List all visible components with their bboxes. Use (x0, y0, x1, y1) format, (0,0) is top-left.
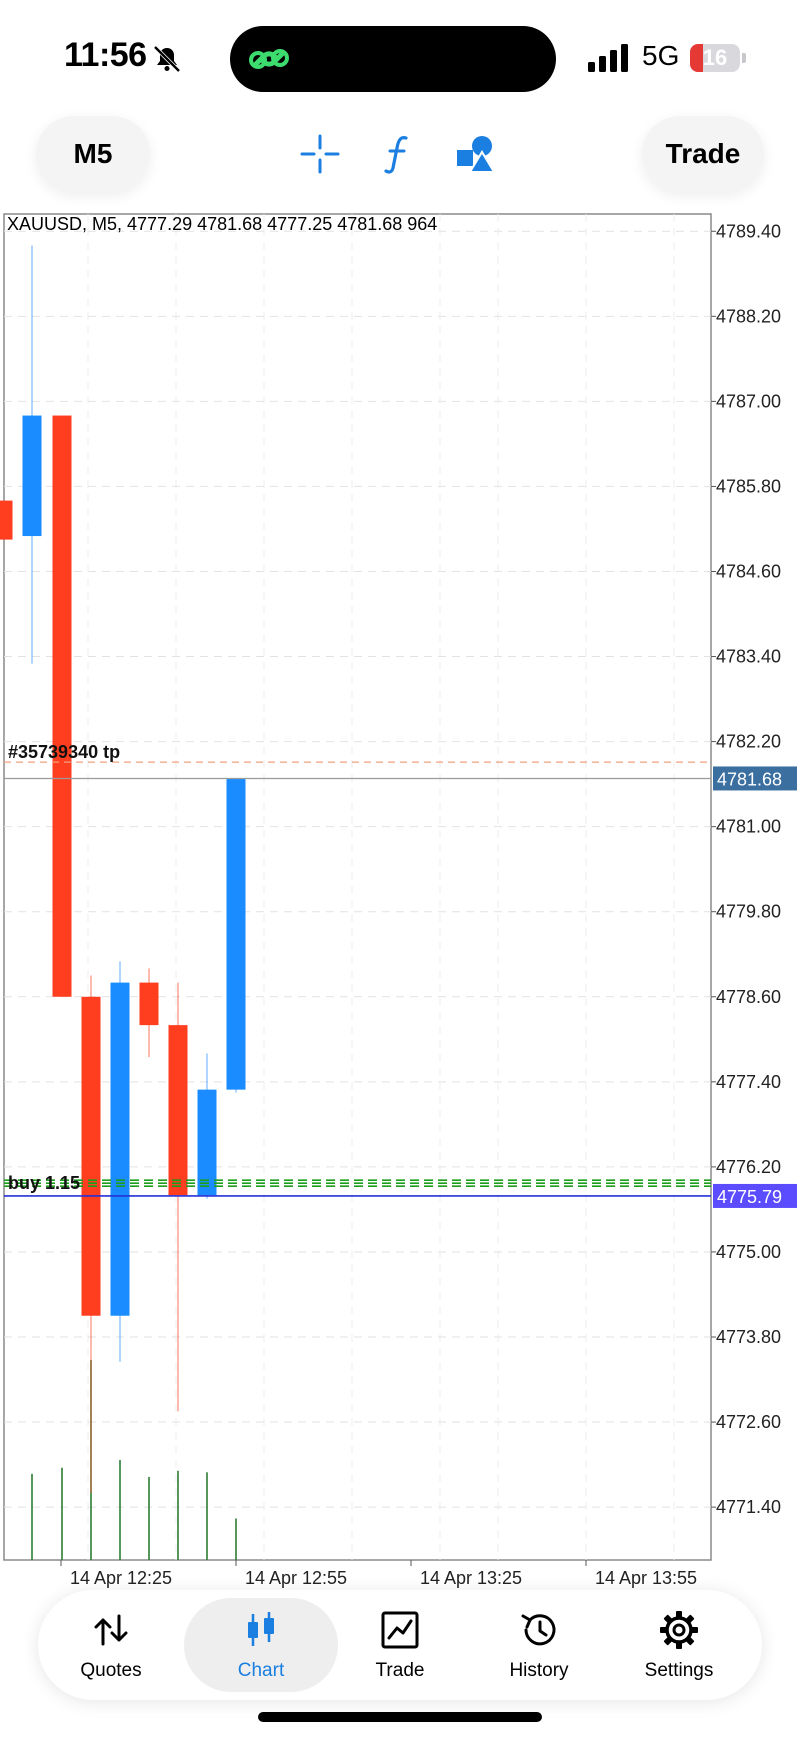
y-tick-label: 4788.20 (716, 306, 781, 326)
chart-frame (3, 213, 712, 1561)
bid-price-label: 4775.79 (717, 1187, 782, 1207)
nav-item-quotes[interactable]: Quotes (38, 1590, 184, 1700)
price-chart[interactable]: #35739340 tp 4781.68 buy 1.15 4775.79 4789.… (0, 210, 800, 1590)
nav-label-trade: Trade (375, 1660, 425, 1681)
y-tick-label: 4783.40 (716, 647, 781, 667)
y-tick-label: 4775.00 (716, 1242, 781, 1262)
nav-item-chart[interactable]: Chart (188, 1590, 334, 1700)
y-tick-label: 4778.60 (716, 987, 781, 1007)
candle-bull (22, 415, 42, 537)
y-tick-label: 4779.80 (716, 902, 781, 922)
nav-label-chart: Chart (237, 1660, 285, 1681)
y-tick-label: 4773.80 (716, 1327, 781, 1347)
candle-bear (81, 996, 101, 1316)
y-tick-label: 4781.00 (716, 817, 781, 837)
trade-icon (381, 1611, 419, 1649)
signal-icon (588, 44, 628, 72)
objects-icon[interactable] (454, 132, 498, 176)
candle-bear (139, 982, 159, 1026)
crosshair-icon[interactable] (298, 132, 342, 176)
chart-title: XAUUSD, M5, 4777.29 4781.68 4777.25 4781… (7, 214, 437, 234)
position-label: buy 1.15 (8, 1173, 80, 1193)
trade-button[interactable]: Trade (642, 116, 764, 192)
y-tick-label: 4772.60 (716, 1412, 781, 1432)
bottom-navigation: Quotes Chart Trade History Settings (38, 1590, 762, 1700)
candle-bear (0, 500, 13, 540)
candle-bull (110, 982, 130, 1316)
settings-icon (660, 1611, 698, 1649)
history-icon (521, 1614, 556, 1646)
nav-item-history[interactable]: History (466, 1590, 612, 1700)
network-type: 5G (642, 40, 680, 71)
nav-item-settings[interactable]: Settings (606, 1590, 752, 1700)
current-price-label: 4781.68 (717, 769, 782, 789)
battery-icon: 16 (690, 44, 748, 72)
candle-bull (226, 778, 246, 1090)
y-tick-label: 4777.40 (716, 1072, 781, 1092)
tp-label: #35739340 tp (8, 742, 120, 762)
nav-item-trade[interactable]: Trade (327, 1590, 473, 1700)
quotes-icon (94, 1614, 128, 1646)
chart-canvas[interactable]: #35739340 tp 4781.68 buy 1.15 4775.79 4789.… (0, 210, 800, 1590)
nav-label-settings: Settings (644, 1660, 714, 1681)
y-tick-label: 4782.20 (716, 732, 781, 752)
home-indicator (258, 1712, 542, 1722)
nav-label-history: History (509, 1660, 569, 1681)
nav-label-quotes: Quotes (80, 1660, 142, 1681)
y-tick-label: 4776.20 (716, 1157, 781, 1177)
chart-icon (248, 1612, 274, 1646)
candle-bear (168, 1025, 188, 1196)
x-tick-label: 14 Apr 13:25 (420, 1568, 522, 1588)
bell-muted-icon (153, 45, 181, 73)
status-time: 11:56 (64, 36, 147, 74)
x-tick-label: 14 Apr 12:55 (245, 1568, 347, 1588)
y-tick-label: 4787.00 (716, 391, 781, 411)
candle-bear (52, 415, 72, 997)
y-tick-label: 4771.40 (716, 1497, 781, 1517)
battery-level: 16 (702, 45, 728, 70)
link-icon (249, 49, 289, 69)
x-tick-label: 14 Apr 12:25 (70, 1568, 172, 1588)
x-tick-label: 14 Apr 13:55 (595, 1568, 697, 1588)
indicators-icon[interactable] (376, 132, 420, 176)
timeframe-button[interactable]: M5 (36, 116, 150, 192)
y-tick-label: 4784.60 (716, 561, 781, 581)
y-tick-label: 4785.80 (716, 476, 781, 496)
y-tick-label: 4789.40 (716, 221, 781, 241)
